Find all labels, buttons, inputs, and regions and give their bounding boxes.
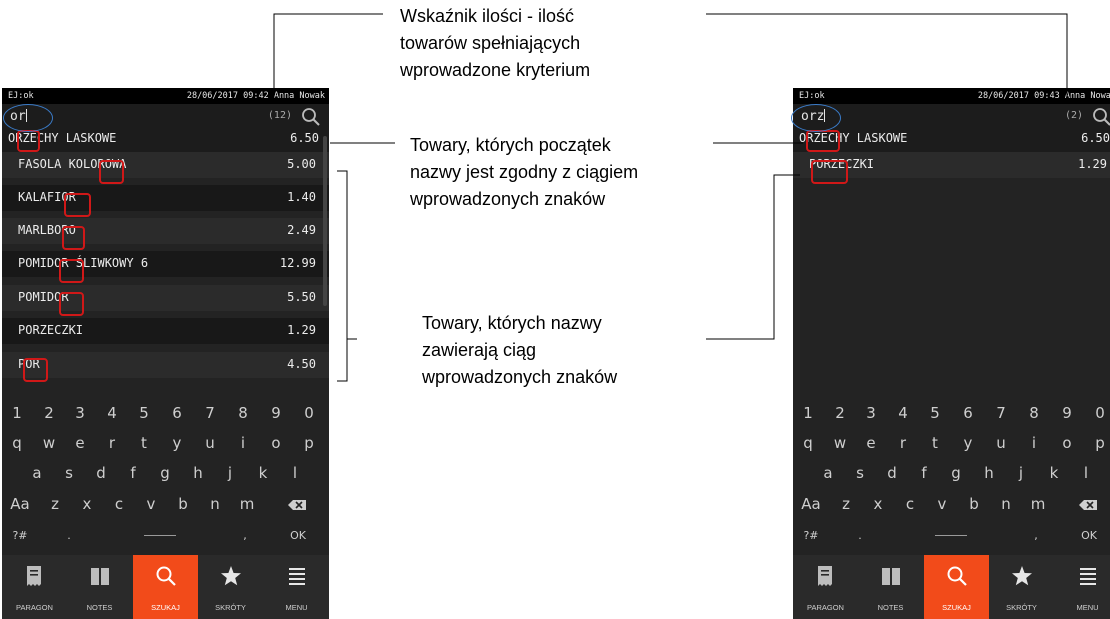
callout-contains-match: Towary, których nazwy zawierają ciąg wpr… — [422, 313, 618, 387]
callout-prefix-match: Towary, których początek nazwy jest zgod… — [410, 135, 639, 209]
callout-quantity-indicator: Wskaźnik ilości - ilość towarów spełniaj… — [400, 6, 591, 80]
